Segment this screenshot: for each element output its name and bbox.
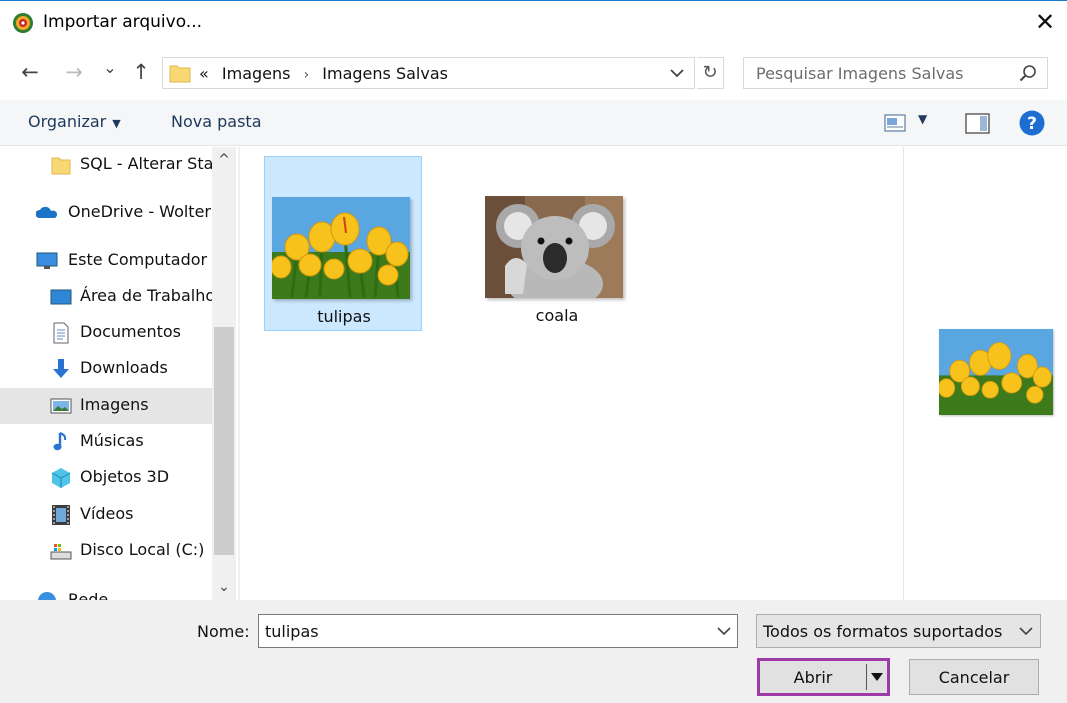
command-toolbar: Organizar ▼ Nova pasta ▼ <box>0 100 1067 146</box>
svg-text:?: ? <box>1027 114 1037 134</box>
preview-pane <box>903 147 1067 600</box>
koala-thumbnail-art <box>485 196 623 298</box>
navigation-pane: SQL - Alterar Sta OneDrive - Wolter Este… <box>0 147 238 600</box>
file-name: tulipas <box>317 307 371 326</box>
folder-icon <box>51 157 71 175</box>
chevron-down-icon[interactable] <box>714 621 734 641</box>
sidebar-item-label: Imagens <box>80 395 149 414</box>
app-logo-icon <box>13 13 33 33</box>
organize-label: Organizar <box>28 112 107 131</box>
onedrive-cloud-icon <box>36 206 57 218</box>
sidebar-item-sql-alterar-sta[interactable]: SQL - Alterar Sta <box>0 147 212 183</box>
local-disk-icon <box>50 544 72 560</box>
tulips-preview-image <box>939 329 1053 415</box>
back-button[interactable]: ← <box>17 58 43 86</box>
sidebar-item-label: Músicas <box>80 431 144 450</box>
sidebar-item-label: Documentos <box>80 322 182 341</box>
sidebar-item-label: Este Computador <box>68 250 208 269</box>
chevron-down-icon[interactable] <box>666 62 688 84</box>
computer-icon <box>36 252 58 269</box>
refresh-button[interactable]: ↻ <box>697 57 724 89</box>
koala-image <box>485 196 623 298</box>
3d-objects-icon <box>51 468 71 488</box>
forward-button[interactable]: → <box>61 58 87 86</box>
sidebar-item-musicas[interactable]: Músicas <box>0 424 212 460</box>
sidebar-item-rede[interactable]: Rede <box>0 583 212 600</box>
open-button-label: Abrir <box>793 668 833 687</box>
organize-menu[interactable]: Organizar ▼ <box>28 112 121 131</box>
cancel-button[interactable]: Cancelar <box>909 659 1039 695</box>
desktop-icon <box>50 289 72 305</box>
network-icon <box>38 592 56 600</box>
chevron-down-icon <box>1019 627 1033 636</box>
cancel-button-label: Cancelar <box>938 668 1010 687</box>
sidebar-item-area-de-trabalho[interactable]: Área de Trabalho <box>0 279 212 315</box>
file-item-tulipas[interactable]: tulipas <box>264 156 422 331</box>
file-list: tulipas coala <box>240 147 903 600</box>
recent-locations-button[interactable]: ⌄ <box>97 54 123 82</box>
file-item-coala[interactable]: coala <box>478 156 636 331</box>
breadcrumb-separator[interactable]: › <box>304 67 310 83</box>
preview-pane-toggle-icon[interactable] <box>965 113 990 134</box>
file-type-filter-value: Todos os formatos suportados <box>763 622 1003 641</box>
breadcrumb-item-imagens-salvas[interactable]: Imagens Salvas <box>322 64 448 83</box>
tulips-thumbnail-art <box>272 197 410 299</box>
sidebar-item-onedrive[interactable]: OneDrive - Wolter <box>0 195 212 231</box>
file-name: coala <box>535 306 579 325</box>
file-name-input[interactable] <box>259 615 709 647</box>
pictures-icon <box>50 398 72 414</box>
scrollbar-thumb[interactable] <box>214 327 234 555</box>
sidebar-item-imagens[interactable]: Imagens <box>0 388 212 424</box>
sidebar-item-videos[interactable]: Vídeos <box>0 497 212 533</box>
dialog-footer: Nome: Todos os formatos suportados Abrir… <box>0 600 1067 703</box>
documents-icon <box>53 322 69 344</box>
sidebar-item-disco-local[interactable]: Disco Local (C:) <box>0 533 212 569</box>
sidebar-item-documentos[interactable]: Documentos <box>0 315 212 351</box>
search-box <box>743 57 1048 89</box>
downloads-icon <box>53 359 69 378</box>
window-title: Importar arquivo... <box>43 12 203 32</box>
tulips-image <box>272 197 410 299</box>
open-options-caret-icon[interactable] <box>870 671 884 683</box>
scroll-up-button[interactable]: ^ <box>212 147 236 173</box>
sidebar-item-label: Objetos 3D <box>80 467 170 486</box>
videos-icon <box>52 505 70 525</box>
file-type-filter-select[interactable]: Todos os formatos suportados <box>756 614 1041 648</box>
sidebar-item-objetos-3d[interactable]: Objetos 3D <box>0 460 212 496</box>
sidebar-item-label: Rede <box>68 590 109 600</box>
sidebar-item-downloads[interactable]: Downloads <box>0 351 212 387</box>
sidebar-item-label: Vídeos <box>80 504 134 523</box>
navigation-scrollbar[interactable]: ^ ⌄ <box>212 147 236 600</box>
address-bar[interactable]: « Imagens › Imagens Salvas <box>162 57 695 89</box>
breadcrumb: « Imagens › Imagens Salvas <box>199 64 456 83</box>
open-button[interactable]: Abrir <box>757 658 890 696</box>
folder-icon <box>169 65 191 83</box>
new-folder-button[interactable]: Nova pasta <box>171 112 262 131</box>
tulips-preview-art <box>939 329 1053 415</box>
file-name-label: Nome: <box>197 622 250 641</box>
change-view-icon[interactable] <box>884 114 906 132</box>
up-button[interactable]: ↑ <box>128 58 154 86</box>
sidebar-item-label: OneDrive - Wolter <box>68 202 211 221</box>
navigation-bar: ← → ⌄ ↑ « Imagens › Imagens Salvas ↻ <box>0 44 1067 100</box>
close-button[interactable]: ✕ <box>1030 7 1060 37</box>
view-options-dropdown[interactable]: ▼ <box>918 112 927 126</box>
split-divider <box>866 664 867 690</box>
music-icon <box>53 432 67 451</box>
sidebar-item-label: SQL - Alterar Sta <box>80 154 212 173</box>
search-input[interactable] <box>744 58 1014 88</box>
breadcrumb-item-imagens[interactable]: Imagens <box>222 64 291 83</box>
title-bar: Importar arquivo... ✕ <box>0 0 1067 44</box>
help-icon[interactable]: ? <box>1019 110 1045 136</box>
sidebar-item-este-computador[interactable]: Este Computador <box>0 243 212 279</box>
sidebar-item-label: Disco Local (C:) <box>80 540 205 559</box>
sidebar-item-label: Downloads <box>80 358 168 377</box>
sidebar-item-label: Área de Trabalho <box>80 286 212 305</box>
file-name-combo <box>258 614 738 648</box>
breadcrumb-overflow[interactable]: « <box>199 64 209 83</box>
caret-down-icon: ▼ <box>112 117 121 130</box>
scroll-down-button[interactable]: ⌄ <box>212 574 236 600</box>
search-icon[interactable] <box>1018 64 1038 84</box>
